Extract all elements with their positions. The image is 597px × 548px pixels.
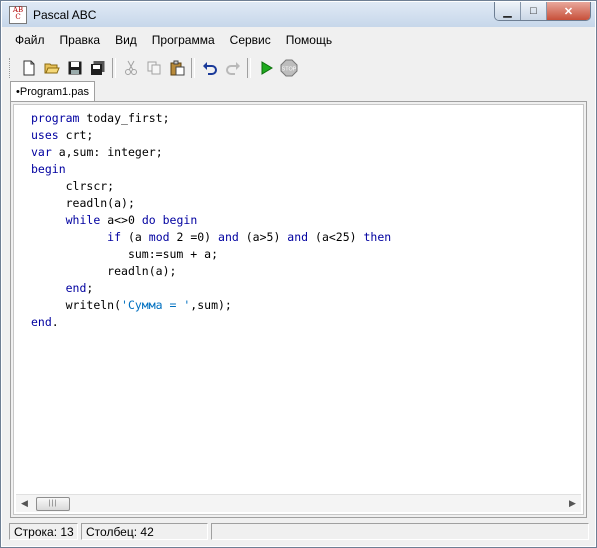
maximize-button[interactable]: □	[521, 2, 547, 20]
cut-icon[interactable]	[119, 57, 142, 79]
toolbar-grip[interactable]	[9, 58, 13, 78]
code-line: readln(a);	[65, 196, 135, 210]
code-line: end;	[65, 281, 94, 295]
status-bar: Строка: 13 Столбец: 42	[7, 521, 590, 542]
menu-service[interactable]: Сервис	[222, 33, 278, 47]
scroll-left-arrow-icon[interactable]: ◀	[16, 495, 33, 512]
code-line: clrscr;	[65, 179, 115, 193]
window-controls: ▁ □ ✕	[494, 2, 591, 21]
tab-program1[interactable]: •Program1.pas	[10, 81, 95, 102]
copy-icon[interactable]	[142, 57, 165, 79]
paste-icon[interactable]	[165, 57, 188, 79]
code-line: end.	[31, 315, 59, 329]
status-empty	[211, 523, 589, 540]
stop-icon-label: STOP	[281, 67, 296, 73]
code-editor[interactable]: program today_first;uses crt; var a,sum: …	[13, 104, 584, 515]
app-window: AB C Pascal ABC ▁ □ ✕ Файл Правка Вид Пр…	[0, 0, 597, 548]
close-button[interactable]: ✕	[547, 2, 590, 20]
app-icon: AB C	[9, 6, 27, 24]
minimize-button[interactable]: ▁	[495, 2, 521, 20]
open-folder-icon[interactable]	[40, 57, 63, 79]
code-block: program today_first;uses crt; var a,sum: …	[31, 110, 391, 331]
status-row: Строка: 13	[9, 523, 78, 540]
menu-view[interactable]: Вид	[107, 33, 144, 47]
editor-frame: program today_first;uses crt; var a,sum: …	[10, 101, 587, 518]
code-line: sum:=sum + a;	[127, 247, 219, 261]
code-line: var a,sum: integer;	[31, 145, 163, 159]
undo-icon[interactable]	[198, 57, 221, 79]
save-all-icon[interactable]	[86, 57, 109, 79]
scroll-thumb[interactable]: |||	[36, 497, 70, 511]
menu-file[interactable]: Файл	[7, 33, 52, 47]
toolbar: STOP	[9, 56, 300, 80]
stop-icon[interactable]: STOP	[277, 57, 300, 79]
new-file-icon[interactable]	[17, 57, 40, 79]
horizontal-scrollbar[interactable]: ◀ ||| ▶	[16, 494, 581, 512]
run-icon[interactable]	[254, 57, 277, 79]
status-column: Столбец: 42	[81, 523, 208, 540]
menu-help[interactable]: Помощь	[278, 33, 339, 47]
window-title: Pascal ABC	[33, 8, 97, 22]
save-icon[interactable]	[63, 57, 86, 79]
code-line: writeln('Сумма = ',sum);	[65, 298, 232, 312]
redo-icon[interactable]	[221, 57, 244, 79]
toolbar-separator	[112, 58, 116, 78]
code-line: if (a mod 2 =0) and (a>5) and (a<25) the…	[107, 230, 392, 244]
code-line: uses crt;	[31, 128, 94, 142]
code-line: readln(a);	[107, 264, 177, 278]
menu-bar: Файл Правка Вид Программа Сервис Помощь	[7, 30, 339, 50]
toolbar-separator	[247, 58, 251, 78]
toolbar-separator	[191, 58, 195, 78]
scroll-right-arrow-icon[interactable]: ▶	[564, 495, 581, 512]
title-bar[interactable]: AB C Pascal ABC ▁ □ ✕	[2, 2, 595, 27]
code-line: program today_first;	[31, 111, 170, 125]
menu-edit[interactable]: Правка	[52, 33, 108, 47]
code-line: while a<>0 do begin	[65, 213, 198, 227]
menu-program[interactable]: Программа	[144, 33, 222, 47]
code-line: begin	[31, 162, 66, 176]
